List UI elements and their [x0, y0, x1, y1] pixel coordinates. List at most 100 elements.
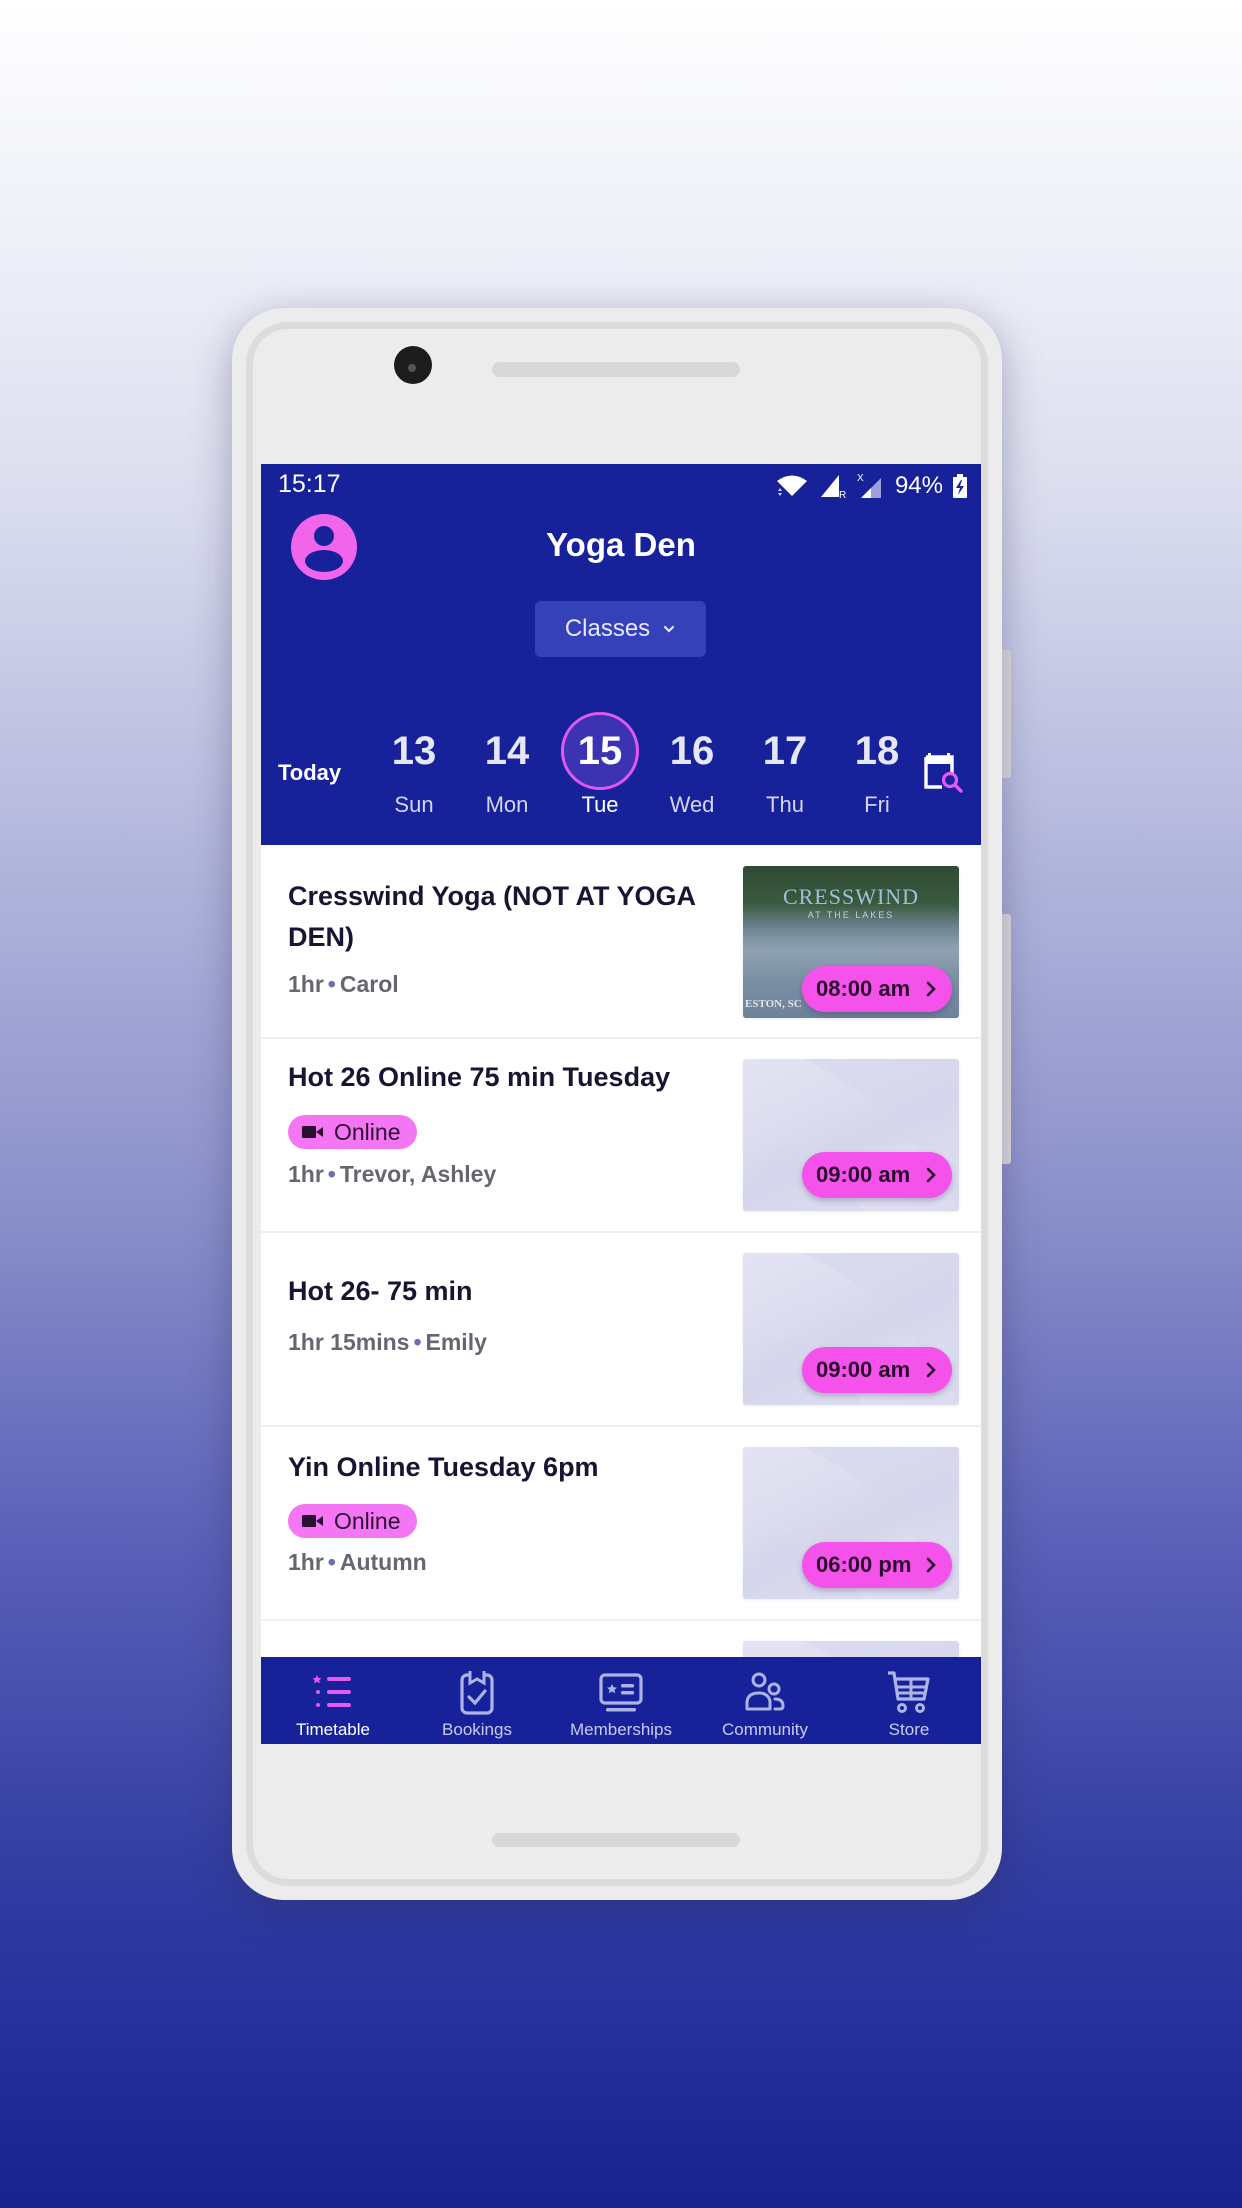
battery-percent: 94%: [894, 472, 943, 499]
class-image-brand: CRESSWIND: [782, 884, 920, 909]
class-instructor: Autumn: [339, 1549, 427, 1575]
signal-icon: X: [857, 473, 881, 498]
app-header: 15:17 R X 94% Yoga Den Classes Today 13 …: [261, 464, 981, 845]
class-card[interactable]: Hot 26- 75 min 1hr 15mins • Emily 09:00 am: [261, 1233, 981, 1427]
class-duration: 1hr: [288, 1161, 324, 1187]
nav-memberships[interactable]: Memberships: [549, 1657, 693, 1744]
wifi-icon: [776, 475, 807, 496]
class-time: 09:00 am: [816, 1162, 911, 1187]
class-image-subtitle: AT THE LAKES: [807, 910, 895, 920]
class-time-button[interactable]: 08:00 am: [802, 966, 952, 1012]
chevron-right-icon: [926, 1167, 936, 1183]
class-title: Hot 26- 75 min: [288, 1276, 473, 1306]
chevron-right-icon: [926, 1557, 936, 1573]
class-title: Yin Online Tuesday 6pm: [288, 1452, 599, 1482]
class-card[interactable]: Yin Online Tuesday 6pm Online 1hr • Autumn…: [261, 1427, 981, 1621]
date-number: 14: [484, 729, 530, 773]
calendar-search-icon[interactable]: [924, 751, 964, 793]
date-item[interactable]: 13 Sun: [369, 712, 459, 818]
class-meta: 1hr • Trevor, Ashley: [288, 1161, 496, 1188]
video-camera-icon: [302, 1515, 323, 1527]
classes-dropdown[interactable]: Classes: [535, 601, 706, 657]
meta-separator: •: [327, 1549, 336, 1575]
nav-label: Bookings: [442, 1720, 512, 1739]
date-day: Fri: [864, 792, 890, 817]
date-item[interactable]: 14 Mon: [462, 712, 552, 818]
nav-label: Community: [722, 1720, 808, 1739]
date-number: 15: [555, 712, 645, 790]
class-meta: 1hr 15mins • Emily: [288, 1329, 487, 1356]
date-day: Sun: [394, 792, 434, 817]
date-day: Wed: [669, 792, 715, 817]
meta-separator: •: [327, 1161, 336, 1187]
meta-separator: •: [413, 1329, 422, 1355]
date-day: Thu: [766, 792, 804, 817]
app-screen: 15:17 R X 94% Yoga Den Classes Today 13 …: [261, 464, 981, 1744]
class-title: Cresswind Yoga (NOT AT YOGA DEN): [288, 881, 696, 952]
community-users-icon: [745, 1672, 785, 1711]
date-item[interactable]: 17 Thu: [740, 712, 830, 818]
date-day: Mon: [485, 792, 529, 817]
svg-text:X: X: [857, 473, 864, 484]
class-card[interactable]: Cresswind Yoga (NOT AT YOGA DEN) 1hr • Car…: [261, 845, 981, 1039]
class-meta: 1hr • Autumn: [288, 1549, 427, 1576]
nav-store[interactable]: Store: [837, 1657, 981, 1744]
class-meta: 1hr • Carol: [288, 971, 399, 998]
meta-separator: •: [327, 971, 336, 997]
volume-button: [1002, 914, 1011, 1164]
class-instructor: Trevor, Ashley: [339, 1161, 497, 1187]
phone-home-bar: [492, 1833, 740, 1847]
class-instructor: Emily: [425, 1329, 487, 1355]
online-badge-label: Online: [334, 1507, 401, 1534]
class-instructor: Carol: [339, 971, 399, 997]
date-number: 18: [854, 729, 900, 773]
date-item[interactable]: 18 Fri: [832, 712, 922, 818]
nav-bookings[interactable]: Bookings: [405, 1657, 549, 1744]
online-badge-label: Online: [334, 1118, 401, 1145]
power-button: [1002, 650, 1011, 778]
nav-label: Memberships: [569, 1720, 673, 1739]
status-bar: 15:17 R X 94%: [261, 464, 981, 506]
today-button[interactable]: Today: [278, 760, 341, 786]
class-time: 08:00 am: [816, 976, 911, 1001]
bookings-clipboard-icon: [460, 1671, 494, 1715]
online-badge: Online: [288, 1504, 418, 1538]
date-number: 13: [391, 729, 437, 773]
phone-speaker: [492, 362, 740, 377]
front-camera-icon: [394, 346, 432, 384]
class-title: Hot 26 Online 75 min Tuesday: [288, 1062, 671, 1092]
battery-charging-icon: [953, 474, 967, 498]
class-time-button[interactable]: 06:00 pm: [802, 1542, 952, 1588]
date-number: 16: [669, 729, 715, 773]
chevron-right-icon: [926, 1362, 936, 1378]
class-time-button[interactable]: 09:00 am: [802, 1152, 952, 1198]
status-icons: R X 94%: [775, 472, 967, 500]
class-duration: 1hr 15mins: [288, 1329, 410, 1355]
video-camera-icon: [302, 1126, 323, 1138]
online-badge: Online: [288, 1115, 418, 1149]
nav-timetable[interactable]: Timetable: [261, 1657, 405, 1744]
date-item-selected[interactable]: 15 Tue: [555, 712, 645, 818]
nav-label: Timetable: [295, 1720, 370, 1739]
class-image-location: ESTON, SC: [745, 998, 802, 1010]
svg-text:R: R: [839, 490, 846, 499]
class-time: 06:00 pm: [816, 1552, 912, 1577]
timetable-icon: [312, 1675, 351, 1707]
class-duration: 1hr: [288, 1549, 324, 1575]
date-number: 17: [762, 729, 808, 773]
chevron-right-icon: [926, 981, 936, 997]
bottom-navigation: Timetable Bookings Memberships Community…: [261, 1657, 981, 1744]
class-time-button[interactable]: 09:00 am: [802, 1347, 952, 1393]
app-title: Yoga Den: [546, 526, 696, 563]
date-item[interactable]: 16 Wed: [647, 712, 737, 818]
signal-roaming-icon: R: [820, 475, 846, 499]
nav-community[interactable]: Community: [693, 1657, 837, 1744]
class-card[interactable]: Hot 26 Online 75 min Tuesday Online 1hr •…: [261, 1039, 981, 1233]
status-time: 15:17: [278, 470, 341, 498]
date-day: Tue: [581, 792, 619, 817]
classes-dropdown-label: Classes: [564, 615, 651, 642]
class-duration: 1hr: [288, 971, 324, 997]
store-cart-icon: [888, 1671, 930, 1713]
class-list: Cresswind Yoga (NOT AT YOGA DEN) 1hr • Car…: [261, 845, 981, 1744]
nav-label: Store: [888, 1720, 930, 1739]
